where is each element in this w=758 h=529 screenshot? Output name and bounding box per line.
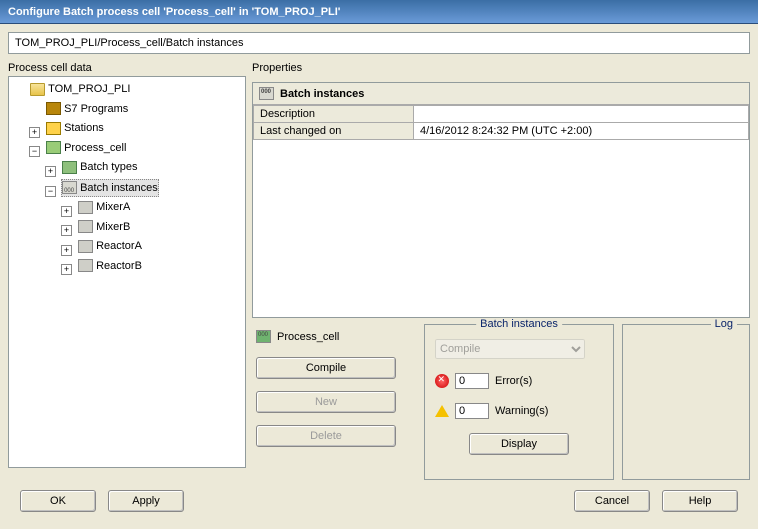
properties-panel: Batch instances Description Last changed…: [252, 82, 750, 318]
process-cell-tree[interactable]: TOM_PROJ_PLI S7 Programs: [8, 76, 246, 468]
tree-label: Batch instances: [80, 180, 158, 196]
tree-node-batch-instances[interactable]: Batch instances: [61, 179, 159, 197]
tree-spacer: [13, 85, 24, 96]
log-group: Log: [622, 324, 750, 480]
tree-node-batch-types[interactable]: Batch types: [61, 159, 138, 175]
tree-expander[interactable]: −: [45, 186, 56, 197]
window-title: Configure Batch process cell 'Process_ce…: [8, 6, 340, 18]
tree-label: ReactorA: [96, 238, 142, 254]
compile-button[interactable]: Compile: [256, 357, 396, 379]
process-cell-icon: [256, 330, 271, 343]
properties-label: Properties: [252, 62, 750, 74]
process-cell-data-label: Process cell data: [8, 62, 246, 74]
cancel-button[interactable]: Cancel: [574, 490, 650, 512]
instance-icon: [78, 259, 93, 272]
batch-types-icon: [62, 161, 77, 174]
batch-instances-icon: [62, 181, 77, 194]
process-cell-label: Process_cell: [277, 331, 339, 343]
tree-expander[interactable]: +: [61, 206, 72, 217]
tree-node-s7[interactable]: S7 Programs: [45, 101, 129, 117]
tree-label: Batch types: [80, 159, 137, 175]
tree-expander[interactable]: +: [29, 127, 40, 138]
tree-node-root[interactable]: TOM_PROJ_PLI: [29, 81, 131, 97]
errors-label: Error(s): [495, 375, 532, 387]
window-titlebar: Configure Batch process cell 'Process_ce…: [0, 0, 758, 24]
apply-button[interactable]: Apply: [108, 490, 184, 512]
tree-label: ReactorB: [96, 258, 142, 274]
tree-label: MixerB: [96, 219, 130, 235]
tree-expander[interactable]: −: [29, 146, 40, 157]
new-button: New: [256, 391, 396, 413]
tree-node-reactor-a[interactable]: ReactorA: [77, 238, 143, 254]
process-cell-column: Process_cell Compile New Delete: [252, 324, 416, 480]
tree-label: MixerA: [96, 199, 130, 215]
tree-label: Stations: [64, 120, 104, 136]
folder-icon: [30, 83, 45, 96]
batch-instances-combo: Compile: [435, 339, 585, 359]
display-button[interactable]: Display: [469, 433, 569, 455]
batch-instances-group-title: Batch instances: [476, 318, 562, 330]
table-row: Last changed on 4/16/2012 8:24:32 PM (UT…: [254, 123, 749, 140]
prop-value[interactable]: [414, 106, 749, 123]
errors-count: [455, 373, 489, 389]
prop-key: Description: [254, 106, 414, 123]
s7-icon: [46, 102, 61, 115]
warning-icon: [435, 405, 449, 417]
tree-label: Process_cell: [64, 140, 126, 156]
instance-icon: [78, 240, 93, 253]
prop-key: Last changed on: [254, 123, 414, 140]
instance-icon: [78, 201, 93, 214]
tree-spacer: [29, 104, 40, 115]
stations-icon: [46, 122, 61, 135]
tree-expander[interactable]: +: [61, 245, 72, 256]
error-icon: [435, 374, 449, 388]
properties-heading: Batch instances: [280, 88, 364, 100]
breadcrumb: TOM_PROJ_PLI/Process_cell/Batch instance…: [8, 32, 750, 54]
instance-icon: [78, 220, 93, 233]
log-group-title: Log: [711, 318, 737, 330]
ok-button[interactable]: OK: [20, 490, 96, 512]
tree-expander[interactable]: +: [45, 166, 56, 177]
dialog-footer: OK Apply Cancel Help: [8, 480, 750, 512]
tree-node-mixer-a[interactable]: MixerA: [77, 199, 131, 215]
warnings-label: Warning(s): [495, 405, 548, 417]
delete-button: Delete: [256, 425, 396, 447]
log-body: [633, 339, 739, 469]
help-button[interactable]: Help: [662, 490, 738, 512]
properties-heading-row: Batch instances: [253, 83, 749, 105]
tree-label: TOM_PROJ_PLI: [48, 81, 130, 97]
breadcrumb-text: TOM_PROJ_PLI/Process_cell/Batch instance…: [15, 37, 243, 49]
table-row: Description: [254, 106, 749, 123]
tree-label: S7 Programs: [64, 101, 128, 117]
tree-node-reactor-b[interactable]: ReactorB: [77, 258, 143, 274]
batch-instances-icon: [259, 87, 274, 100]
tree-node-mixer-b[interactable]: MixerB: [77, 219, 131, 235]
warnings-count: [455, 403, 489, 419]
tree-expander[interactable]: +: [61, 225, 72, 236]
cell-icon: [46, 141, 61, 154]
batch-instances-group: Batch instances Compile Error(s): [424, 324, 614, 480]
tree-node-process-cell[interactable]: Process_cell: [45, 140, 127, 156]
tree-node-stations[interactable]: Stations: [45, 120, 105, 136]
prop-value: 4/16/2012 8:24:32 PM (UTC +2:00): [414, 123, 749, 140]
properties-table: Description Last changed on 4/16/2012 8:…: [253, 105, 749, 140]
tree-expander[interactable]: +: [61, 264, 72, 275]
